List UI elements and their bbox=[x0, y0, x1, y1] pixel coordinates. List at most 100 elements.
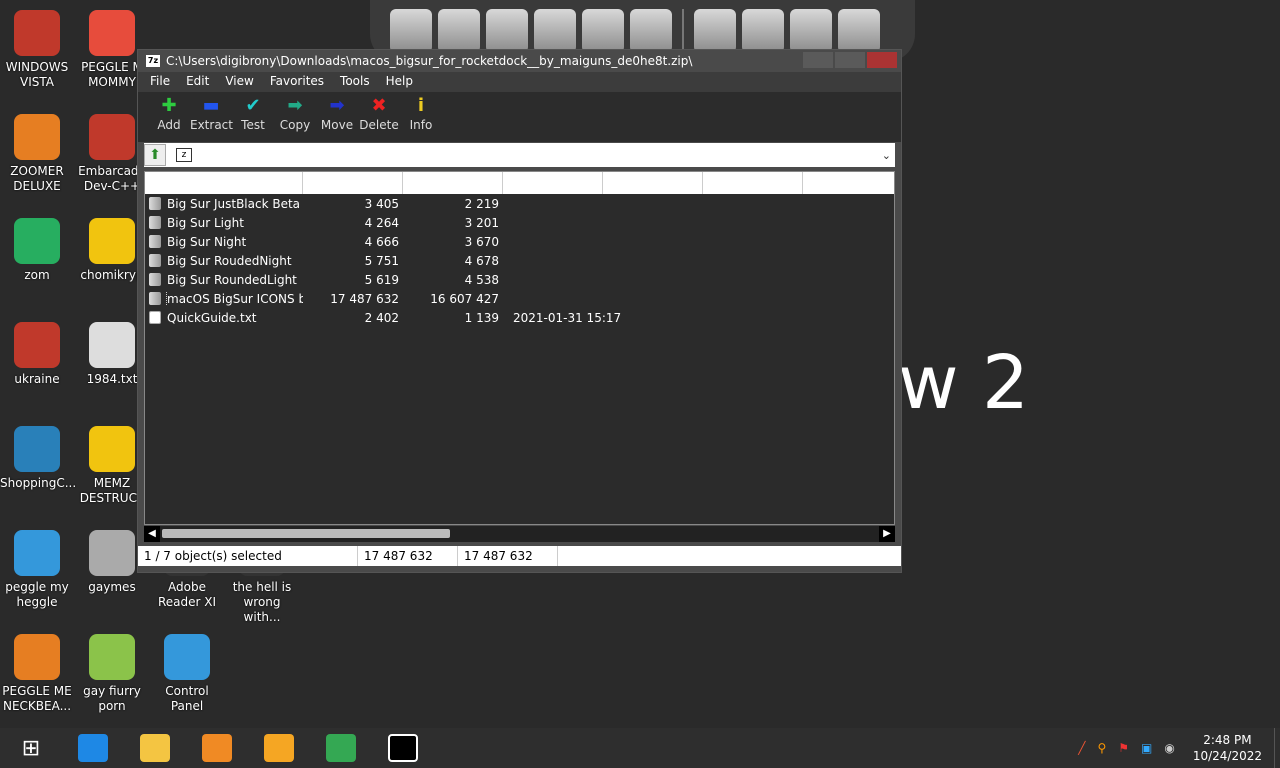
toolbar: ✚ Add ▬ Extract ✔ Test ➡ Copy ➡ Move ✖ Delete i Info bbox=[138, 92, 901, 142]
table-row[interactable]: macOS BigSur ICONS b... 17 487 632 16 607 … bbox=[145, 289, 894, 308]
scroll-right-icon[interactable]: ▶ bbox=[879, 526, 895, 542]
extract-icon: ▬ bbox=[202, 95, 220, 116]
column-header-size[interactable] bbox=[303, 172, 403, 194]
folder-icon bbox=[149, 216, 161, 229]
cell-name: Big Sur Night bbox=[145, 235, 303, 249]
desktop-app-icon bbox=[14, 10, 60, 56]
tray-flag-icon[interactable]: ⚑ bbox=[1118, 741, 1129, 755]
menu-help[interactable]: Help bbox=[378, 72, 421, 92]
dock-notes-icon[interactable] bbox=[390, 9, 432, 53]
menu-file[interactable]: File bbox=[142, 72, 178, 92]
scroll-left-icon[interactable]: ◀ bbox=[144, 526, 160, 542]
toolbar-label: Copy bbox=[279, 118, 311, 132]
minimize-button[interactable] bbox=[803, 52, 833, 68]
info-button[interactable]: i Info bbox=[400, 92, 442, 142]
desktop-app-icon bbox=[14, 322, 60, 368]
taskbar-file-explorer-button[interactable] bbox=[124, 728, 186, 768]
desktop-icon[interactable]: ZOOMER DELUXE bbox=[0, 114, 74, 194]
add-icon: ✚ bbox=[161, 95, 177, 116]
close-button[interactable] bbox=[867, 52, 897, 68]
dock-shirt-icon[interactable] bbox=[742, 9, 784, 53]
desktop-icon[interactable]: zom bbox=[0, 218, 74, 283]
cell-name: macOS BigSur ICONS b... bbox=[145, 291, 303, 306]
table-row[interactable]: Big Sur Night 4 666 3 670 bbox=[145, 232, 894, 251]
window-title: C:\Users\digibrony\Downloads\macos_bigsu… bbox=[166, 54, 693, 68]
maximize-button[interactable] bbox=[835, 52, 865, 68]
7zip-icon bbox=[388, 734, 418, 762]
desktop-icon[interactable]: peggle my heggle bbox=[0, 530, 74, 610]
file-name: QuickGuide.txt bbox=[167, 310, 257, 325]
internet-explorer-icon bbox=[78, 734, 108, 762]
tray-volume-icon[interactable]: ◉ bbox=[1164, 741, 1174, 755]
table-row[interactable]: Big Sur JustBlack Beta 3 405 2 219 bbox=[145, 194, 894, 213]
table-row[interactable]: QuickGuide.txt 2 402 1 139 2021-01-31 15:17 bbox=[145, 308, 894, 327]
copy-icon: ➡ bbox=[287, 95, 303, 116]
dock-separator bbox=[682, 9, 684, 53]
toolbar-label: Add bbox=[157, 118, 181, 132]
menu-tools[interactable]: Tools bbox=[332, 72, 378, 92]
show-desktop-button[interactable] bbox=[1274, 728, 1280, 768]
column-header-name[interactable] bbox=[145, 172, 303, 194]
table-row[interactable]: Big Sur Light 4 264 3 201 bbox=[145, 213, 894, 232]
horizontal-scrollbar[interactable]: ◀ ▶ bbox=[144, 526, 895, 542]
up-folder-button[interactable]: ⬆ bbox=[144, 144, 166, 166]
dock-tools-icon[interactable] bbox=[630, 9, 672, 53]
status-bar: 1 / 7 object(s) selected 17 487 632 17 4… bbox=[138, 546, 901, 566]
desktop-icon[interactable]: PEGGLE ME NECKBEA... bbox=[0, 634, 74, 714]
text-file-icon bbox=[149, 311, 161, 324]
delete-button[interactable]: ✖ Delete bbox=[358, 92, 400, 142]
desktop-icon-label: peggle my heggle bbox=[5, 580, 69, 609]
address-dropdown-chevron-icon[interactable]: ⌄ bbox=[882, 149, 891, 162]
toolbar-label: Test bbox=[241, 118, 265, 132]
desktop-app-icon bbox=[89, 114, 135, 160]
scroll-thumb[interactable] bbox=[162, 529, 450, 538]
menu-view[interactable]: View bbox=[217, 72, 261, 92]
dock-settings-icon[interactable] bbox=[790, 9, 832, 53]
desktop-icon[interactable]: WINDOWS VISTA bbox=[0, 10, 74, 90]
taskbar-7zip-button[interactable] bbox=[372, 728, 434, 768]
taskbar-internet-explorer-button[interactable] bbox=[62, 728, 124, 768]
column-header-comment[interactable] bbox=[703, 172, 803, 194]
desktop-icon[interactable]: ukraine bbox=[0, 322, 74, 387]
column-header-modified[interactable] bbox=[503, 172, 603, 194]
folder-icon bbox=[149, 197, 161, 210]
info-icon: i bbox=[417, 95, 425, 116]
taskbar-uc-browser-button[interactable] bbox=[248, 728, 310, 768]
menu-edit[interactable]: Edit bbox=[178, 72, 217, 92]
column-header-packed[interactable] bbox=[403, 172, 503, 194]
desktop-icon[interactable]: gay fiurry porn bbox=[75, 634, 149, 714]
menu-favorites[interactable]: Favorites bbox=[262, 72, 332, 92]
start-button[interactable]: ⊞ bbox=[0, 728, 62, 768]
test-button[interactable]: ✔ Test bbox=[232, 92, 274, 142]
tray-clock[interactable]: 2:48 PM 10/24/2022 bbox=[1193, 732, 1262, 764]
add-button[interactable]: ✚ Add bbox=[148, 92, 190, 142]
copy-button[interactable]: ➡ Copy bbox=[274, 92, 316, 142]
tray-pen-icon[interactable]: ╱ bbox=[1078, 741, 1085, 755]
taskbar-media-player-button[interactable] bbox=[186, 728, 248, 768]
cell-packed: 16 607 427 bbox=[430, 291, 499, 306]
tray-search-icon[interactable]: ⚲ bbox=[1097, 741, 1106, 755]
taskbar-apps bbox=[62, 728, 434, 768]
dock-globe-icon[interactable] bbox=[438, 9, 480, 53]
tray-network-icon[interactable]: ▣ bbox=[1141, 741, 1152, 755]
dock-folder-icon[interactable] bbox=[534, 9, 576, 53]
dock-documents-icon[interactable] bbox=[486, 9, 528, 53]
dock-network-icon[interactable] bbox=[694, 9, 736, 53]
test-icon: ✔ bbox=[245, 95, 261, 116]
table-row[interactable]: Big Sur RoundedLight 5 619 4 538 bbox=[145, 270, 894, 289]
window-titlebar[interactable]: 7z C:\Users\digibrony\Downloads\macos_bi… bbox=[138, 50, 901, 72]
dock-pictures-icon[interactable] bbox=[582, 9, 624, 53]
wallpaper-watermark: w 2 bbox=[898, 340, 1030, 426]
desktop-icon[interactable]: Control Panel bbox=[150, 634, 224, 714]
menu-bar: File Edit View Favorites Tools Help bbox=[138, 72, 901, 92]
column-header-created[interactable] bbox=[603, 172, 703, 194]
table-row[interactable]: Big Sur RoudedNight 5 751 4 678 bbox=[145, 251, 894, 270]
desktop-app-icon bbox=[14, 530, 60, 576]
dock-recycle-bin-icon[interactable] bbox=[838, 9, 880, 53]
extract-button[interactable]: ▬ Extract bbox=[190, 92, 233, 142]
desktop-icon[interactable]: ShoppingC... bbox=[0, 426, 77, 491]
media-player-icon bbox=[202, 734, 232, 762]
taskbar-chrome-button[interactable] bbox=[310, 728, 372, 768]
move-button[interactable]: ➡ Move bbox=[316, 92, 358, 142]
desktop-icon-label: ShoppingC... bbox=[0, 476, 77, 490]
